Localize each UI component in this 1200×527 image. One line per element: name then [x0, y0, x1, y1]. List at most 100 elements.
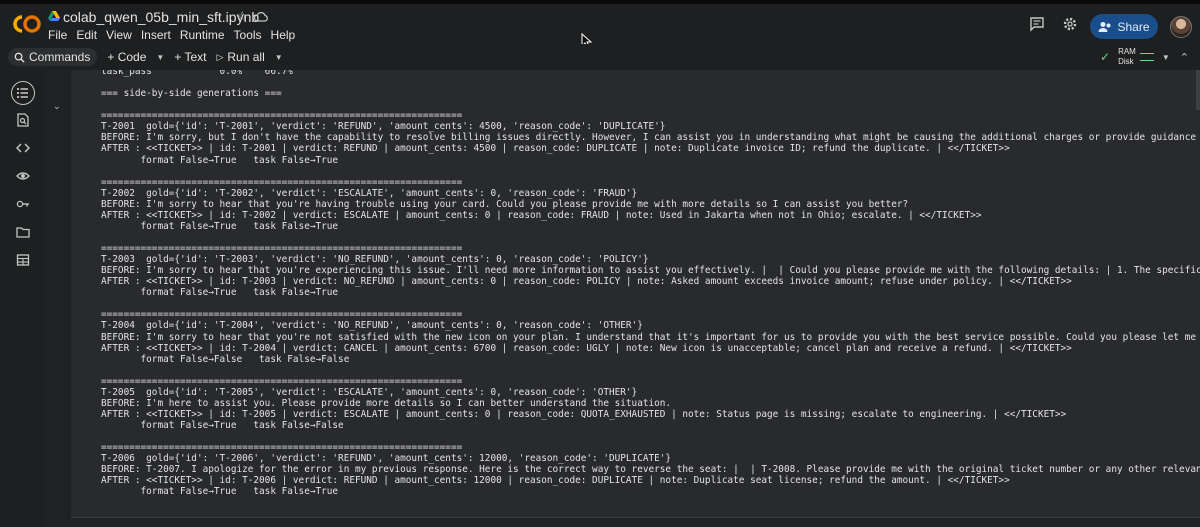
table-of-contents-button[interactable] — [11, 81, 35, 105]
menu-help[interactable]: Help — [271, 28, 296, 42]
search-icon — [14, 52, 25, 63]
add-code-button[interactable]: + Code — [107, 50, 146, 64]
add-text-label: + Text — [174, 50, 207, 64]
chevron-down-icon[interactable]: ▼ — [1162, 53, 1170, 62]
code-snippets-button[interactable] — [12, 137, 34, 159]
files-button[interactable] — [12, 221, 34, 243]
resource-indicator[interactable]: ✓ RAM Disk ▼ ⌃ — [1100, 46, 1189, 68]
cloud-saved-icon[interactable] — [253, 11, 268, 22]
secrets-icon — [16, 200, 29, 208]
output-line: ========================================… — [101, 243, 463, 254]
data-table-icon — [16, 254, 30, 266]
output-line: format False→True task False→False — [101, 420, 344, 431]
commands-button[interactable]: Commands — [8, 48, 98, 66]
star-icon[interactable]: ☆ — [236, 8, 249, 25]
menu-runtime[interactable]: Runtime — [180, 28, 225, 42]
cell-gutter: ⌄ — [44, 70, 71, 527]
run-all-dropdown[interactable]: ▼ — [275, 53, 283, 62]
menu-insert[interactable]: Insert — [141, 28, 171, 42]
output-line: ========================================… — [101, 375, 463, 387]
menu-edit[interactable]: Edit — [76, 28, 97, 42]
output-line: BEFORE: I'm sorry to hear that you're no… — [101, 331, 1200, 343]
share-label: Share — [1117, 19, 1150, 34]
colab-logo[interactable] — [12, 12, 42, 36]
files-icon — [16, 227, 30, 238]
notebook-main: ⌄ task_pass 0.0% 66.7% === side-by-side g… — [44, 70, 1200, 527]
collapse-header-icon[interactable]: ⌃ — [1180, 51, 1189, 64]
output-line: T-2006 gold={'id': 'T-2006', 'verdict': … — [101, 453, 672, 465]
connected-check-icon: ✓ — [1100, 50, 1111, 64]
secrets-button[interactable] — [12, 193, 34, 215]
output-line: ========================================… — [101, 110, 463, 122]
output-line: T-2002 gold={'id': 'T-2002', 'verdict': … — [101, 187, 638, 199]
ram-disk-labels: RAM Disk — [1118, 47, 1136, 67]
cell-output: task_pass 0.0% 66.7% === side-by-side gen… — [71, 70, 1200, 518]
variables-button[interactable] — [12, 165, 34, 187]
output-line: format False→True task False→True — [101, 220, 339, 232]
output-line: BEFORE: I'm here to assist you. Please p… — [101, 397, 672, 409]
disk-label: Disk — [1118, 57, 1134, 66]
output-line: AFTER : <<TICKET>> | id: T-2002 | verdic… — [101, 209, 982, 221]
share-button[interactable]: Share — [1090, 14, 1158, 39]
drive-icon — [48, 10, 60, 22]
output-line: BEFORE: I'm sorry, but I don't have the … — [101, 132, 1200, 144]
chevron-down-icon: ▼ — [274, 52, 283, 62]
output-line: BEFORE: I'm sorry to hear that you're ha… — [101, 198, 909, 210]
collapse-output-icon[interactable]: ⌄ — [53, 101, 61, 112]
output-line: AFTER : <<TICKET>> | id: T-2006 | verdic… — [101, 475, 1010, 487]
menu-view[interactable]: View — [106, 28, 132, 42]
menu-bar: File Edit View Insert Runtime Tools Help — [48, 28, 304, 42]
app-header: colab_qwen_05b_min_sft.ipynb ☆ File Edit… — [0, 4, 1200, 49]
output-scrollbar[interactable] — [1196, 70, 1200, 110]
menu-file[interactable]: File — [48, 28, 67, 42]
output-line: T-2004 gold={'id': 'T-2004', 'verdict': … — [101, 320, 643, 332]
output-line: AFTER : <<TICKET>> | id: T-2004 | verdic… — [101, 342, 1072, 354]
add-person-icon — [1098, 21, 1111, 32]
output-text: task_pass 0.0% 66.7% === side-by-side gen… — [101, 70, 1200, 497]
output-line: T-2005 gold={'id': 'T-2005', 'verdict': … — [101, 386, 638, 398]
output-line: format False→True task False→True — [101, 154, 339, 166]
output-line: AFTER : <<TICKET>> | id: T-2001 | verdic… — [101, 143, 1010, 155]
code-snippets-icon — [16, 143, 30, 153]
output-line: T-2001 gold={'id': 'T-2001', 'verdict': … — [101, 121, 666, 133]
output-line: BEFORE: I'm sorry to hear that you're ex… — [101, 265, 1200, 277]
add-code-dropdown[interactable]: ▼ — [156, 53, 164, 62]
output-line: format False→True task False→True — [101, 486, 339, 498]
output-line: === side-by-side generations === — [101, 88, 282, 100]
gear-icon[interactable] — [1062, 16, 1078, 32]
chevron-down-icon: ▼ — [156, 52, 165, 62]
comment-icon[interactable] — [1029, 16, 1045, 32]
toc-icon — [17, 88, 28, 98]
notebook-title[interactable]: colab_qwen_05b_min_sft.ipynb — [63, 9, 259, 25]
data-table-button[interactable] — [12, 249, 34, 271]
output-line: AFTER : <<TICKET>> | id: T-2003 | verdic… — [101, 276, 1072, 288]
variables-icon — [16, 172, 30, 180]
ram-disk-bars — [1139, 53, 1154, 61]
menu-tools[interactable]: Tools — [234, 28, 262, 42]
output-line: ========================================… — [101, 442, 463, 454]
output-line: T-2003 gold={'id': 'T-2003', 'verdict': … — [101, 254, 649, 266]
output-line: ========================================… — [101, 176, 463, 188]
output-line: BEFORE: T-2007. I apologize for the erro… — [101, 464, 1200, 476]
commands-label: Commands — [29, 50, 91, 64]
ram-label: RAM — [1118, 47, 1136, 56]
add-text-button[interactable]: + Text — [174, 50, 206, 64]
left-sidebar — [0, 70, 44, 527]
output-line: ========================================… — [101, 309, 463, 321]
avatar[interactable] — [1170, 16, 1192, 38]
notebook-toolbar: Commands + Code ▼ + Text ▷ Run all ▼ ✓ R… — [0, 44, 1200, 70]
output-line: format False→True task False→True — [101, 287, 339, 299]
find-icon — [17, 113, 29, 127]
play-icon: ▷ — [216, 51, 224, 62]
find-replace-button[interactable] — [12, 109, 34, 131]
output-line: format False→False task False→False — [101, 353, 350, 365]
run-all-label: Run all — [227, 50, 265, 64]
run-all-button[interactable]: ▷ Run all — [216, 50, 264, 64]
